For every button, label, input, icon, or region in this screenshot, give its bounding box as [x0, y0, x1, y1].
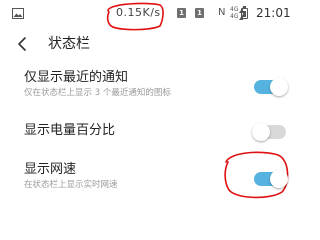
notification-badge-icon: 1	[195, 8, 204, 18]
network-speed: 0.15K/s	[116, 6, 161, 19]
battery-percentage-toggle[interactable]	[252, 123, 286, 141]
setting-title: 显示网速	[24, 162, 77, 177]
page-title: 状态栏	[48, 36, 90, 52]
image-icon	[12, 8, 24, 19]
back-arrow-icon[interactable]	[14, 35, 32, 53]
net-type-label: 4G	[230, 13, 239, 20]
notification-badge-icon: 1	[177, 8, 186, 18]
battery-icon	[241, 6, 248, 19]
status-bar: 0.15K/s 1 1 Ν 4G 4G 21:01	[0, 0, 300, 26]
setting-title: 显示电量百分比	[24, 123, 116, 138]
setting-row-network-speed[interactable]: 显示网速 在状态栏上显示实时网速	[0, 156, 300, 200]
setting-title: 仅显示最近的通知	[24, 70, 129, 85]
app-header: 状态栏	[0, 26, 300, 62]
setting-row-recent-notifications[interactable]: 仅显示最近的通知 仅在状态栏上显示 3 个最近通知的图标	[0, 64, 300, 108]
recent-notifications-toggle[interactable]	[254, 78, 288, 96]
setting-row-battery-percentage[interactable]: 显示电量百分比	[0, 114, 300, 150]
nfc-icon: Ν	[218, 7, 226, 18]
setting-subtitle: 在状态栏上显示实时网速	[24, 180, 118, 190]
network-speed-toggle[interactable]	[254, 170, 288, 188]
net-type-label: 4G	[230, 6, 239, 13]
clock: 21:01	[256, 6, 291, 20]
setting-subtitle: 仅在状态栏上显示 3 个最近通知的图标	[24, 88, 171, 98]
